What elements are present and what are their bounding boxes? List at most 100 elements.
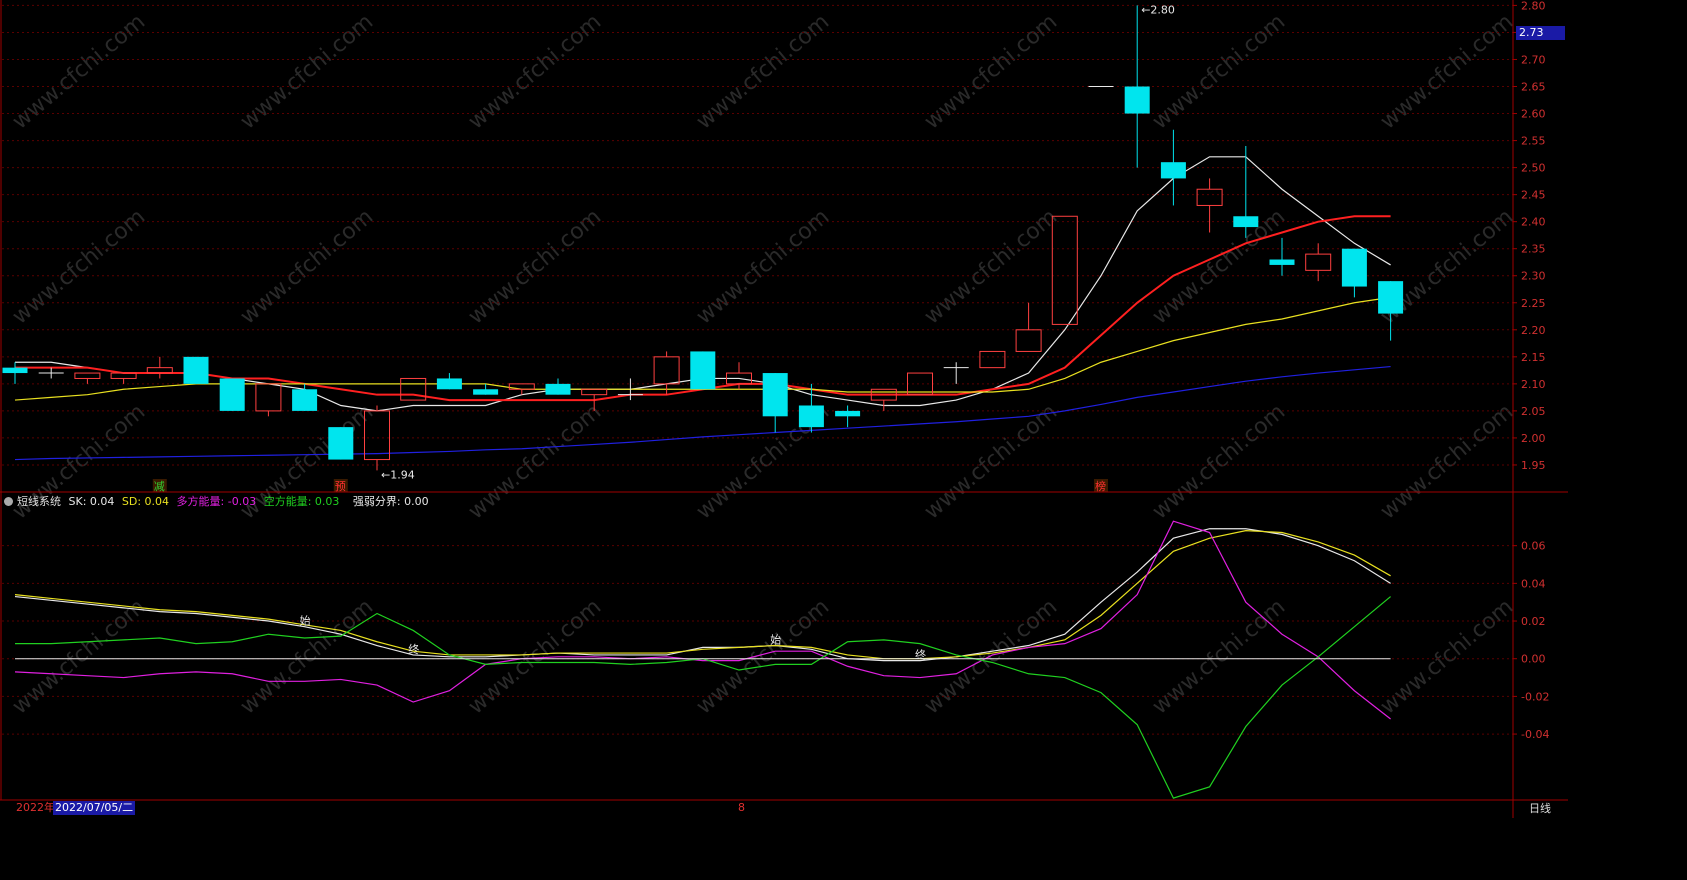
candle — [146, 356, 173, 379]
candle-body — [2, 367, 28, 374]
legend-item: SD: 0.04 — [121, 495, 170, 508]
legend-item[interactable]: 短线系统 — [17, 495, 61, 508]
indicator-signal-label: 始 — [770, 633, 781, 647]
extreme-price-label: ←1.94 — [381, 468, 415, 481]
price-tick-label: 2.50 — [1521, 162, 1546, 175]
watermark-text: www.cfchi.com — [236, 9, 378, 134]
candle-body — [581, 388, 608, 396]
candle — [1269, 237, 1295, 276]
candle-body — [1051, 215, 1078, 325]
watermark-text: www.cfchi.com — [236, 204, 378, 329]
candle — [1015, 302, 1042, 352]
price-tick-label: 2.60 — [1521, 108, 1546, 121]
price-tick-label: 2.45 — [1521, 189, 1546, 202]
candle-body — [1378, 281, 1404, 314]
candle — [1124, 5, 1150, 168]
candle-body — [1341, 248, 1367, 287]
candle-body — [1269, 259, 1295, 265]
price-tick-label: 2.40 — [1521, 216, 1546, 229]
candle-body — [762, 373, 788, 417]
watermark-text: www.cfchi.com — [1376, 594, 1518, 719]
candle — [690, 351, 716, 390]
candle — [762, 373, 788, 433]
candle-body — [1305, 253, 1332, 271]
crosshair-date-label: 2022/07/05/二 — [53, 801, 136, 815]
candle-body — [1160, 162, 1186, 179]
candle — [183, 356, 209, 384]
candle — [1341, 248, 1367, 298]
candle-body — [183, 356, 209, 384]
candle — [1305, 243, 1332, 282]
watermark-text: www.cfchi.com — [692, 9, 834, 134]
price-tick-label: 2.30 — [1521, 270, 1546, 283]
candle-body — [1233, 216, 1259, 228]
indicator-tick-label: 0.04 — [1521, 577, 1546, 590]
candle-body — [798, 405, 824, 428]
indicator-lines — [14, 520, 1391, 799]
price-tick-label: 2.20 — [1521, 324, 1546, 337]
candle — [2, 362, 28, 384]
candlestick-series[interactable] — [2, 5, 1404, 471]
legend-item: 多方能量: -0.03 — [176, 495, 257, 508]
price-tick-label: 2.00 — [1521, 432, 1546, 445]
indicator-signal-label: 终 — [915, 648, 926, 662]
candle — [219, 378, 245, 411]
legend-item: SK: 0.04 — [68, 495, 115, 508]
watermark-text: www.cfchi.com — [692, 204, 834, 329]
watermark-text: www.cfchi.com — [692, 594, 834, 719]
candle-body — [1124, 86, 1150, 114]
watermark-text: www.cfchi.com — [8, 9, 150, 134]
price-tick-label: 2.55 — [1521, 135, 1546, 148]
candle — [328, 427, 354, 460]
candle-body — [328, 427, 354, 460]
candle — [1051, 215, 1078, 325]
candle-body — [292, 389, 318, 411]
candle — [653, 351, 680, 395]
candle — [74, 372, 101, 384]
candle — [1233, 145, 1259, 238]
indicator-tick-label: 0.00 — [1521, 653, 1546, 666]
candle-body — [835, 410, 861, 417]
indicator-legend: 短线系统 SK: 0.04 SD: 0.04 多方能量: -0.03 空方能量:… — [4, 493, 433, 509]
price-tick-label: 2.65 — [1521, 81, 1546, 94]
candle-body — [473, 389, 499, 395]
candle-body — [1196, 188, 1223, 206]
indicator-signal-label: 始 — [300, 614, 311, 628]
watermark-text: www.cfchi.com — [464, 399, 606, 524]
period-selector-button[interactable]: 日线 — [1525, 801, 1555, 816]
indicator-line — [14, 528, 1391, 662]
extreme-price-label: ←2.80 — [1141, 3, 1175, 16]
candle — [835, 405, 861, 428]
watermark-text: www.cfchi.com — [1376, 399, 1518, 524]
candle-body — [74, 372, 101, 379]
candle-body — [545, 383, 571, 395]
watermark-text: www.cfchi.com — [8, 204, 150, 329]
watermark-text: www.cfchi.com — [920, 9, 1062, 134]
month-label: 8 — [738, 801, 745, 814]
candle — [545, 378, 571, 395]
watermark-text: www.cfchi.com — [1148, 9, 1290, 134]
candle — [255, 383, 282, 417]
price-tick-label: 1.95 — [1521, 459, 1546, 472]
candle-body — [690, 351, 716, 390]
candle-body — [255, 383, 282, 412]
indicator-settings-icon[interactable] — [4, 497, 13, 506]
candle — [943, 362, 969, 384]
watermark-text: www.cfchi.com — [1148, 399, 1290, 524]
indicator-signal-label: 终 — [408, 642, 419, 656]
indicator-tick-label: 0.02 — [1521, 615, 1546, 628]
price-tick-label: 2.25 — [1521, 297, 1546, 310]
candle — [1160, 129, 1186, 206]
price-tick-label: 2.15 — [1521, 351, 1546, 364]
candle-body — [219, 378, 245, 411]
candle-body — [653, 356, 680, 385]
grid-layer — [2, 4, 1513, 735]
signal-marker: 榜 — [1095, 479, 1106, 493]
watermark-layer: www.cfchi.com www.cfchi.com www.cfchi.com w… — [8, 9, 1518, 719]
price-tick-label: 2.35 — [1521, 243, 1546, 256]
watermark-text: www.cfchi.com — [464, 9, 606, 134]
indicator-tick-label: 0.06 — [1521, 540, 1546, 553]
price-tick-label: 2.10 — [1521, 378, 1546, 391]
candle-body — [1015, 329, 1042, 352]
watermark-text: www.cfchi.com — [8, 594, 150, 719]
